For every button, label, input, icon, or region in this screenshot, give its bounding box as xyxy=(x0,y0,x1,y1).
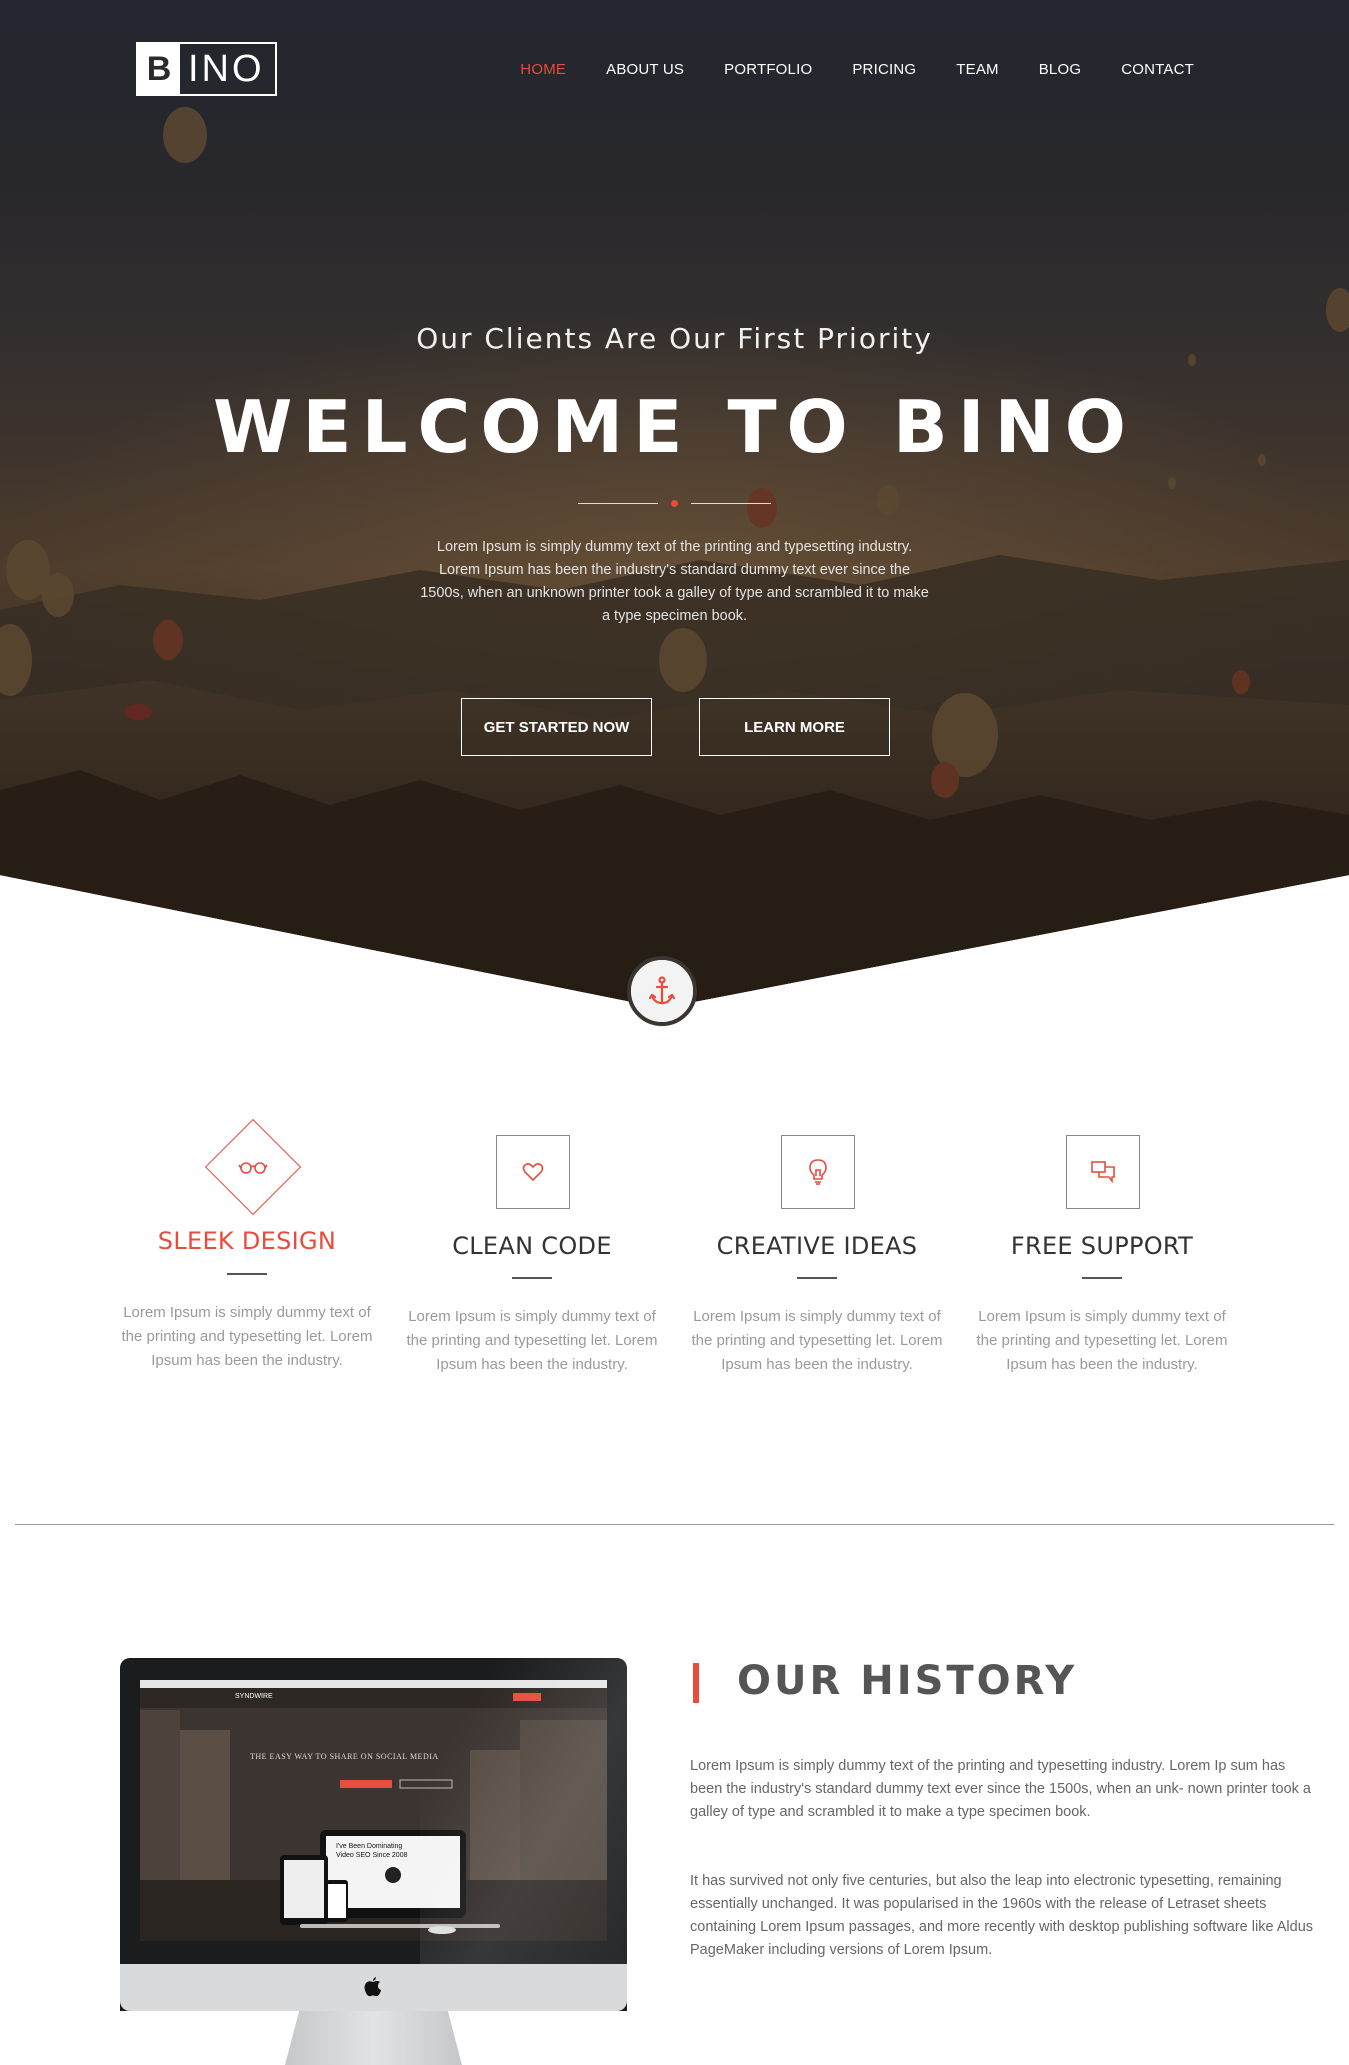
website-screenshot xyxy=(140,1680,607,1941)
logo-text: INO xyxy=(188,47,265,90)
logo-letter: B xyxy=(138,44,180,94)
feature-icon-frame xyxy=(1066,1135,1140,1209)
history-paragraph-1: Lorem Ipsum is simply dummy text of the … xyxy=(690,1758,1311,1820)
feature-rule xyxy=(227,1273,267,1275)
mockup-brand: SYNDWIRE xyxy=(235,1693,273,1700)
nav-item-portfolio[interactable]: PORTFOLIO xyxy=(724,61,812,78)
feature-title: CLEAN CODE xyxy=(452,1232,612,1260)
nav-item-home[interactable]: HOME xyxy=(520,61,566,78)
lightbulb-icon xyxy=(809,1159,827,1185)
imac-screen: SYNDWIRE THE EASY WAY TO SHARE ON SOCIAL… xyxy=(140,1680,607,1941)
feature-text: Lorem Ipsum is simply dummy text of the … xyxy=(691,1308,943,1373)
feature-rule xyxy=(512,1277,552,1279)
hero-description: Lorem Ipsum is simply dummy text of the … xyxy=(420,539,929,624)
hero-subtitle: Our Clients Are Our First Priority xyxy=(416,322,933,355)
brand-logo[interactable]: B INO xyxy=(136,42,277,96)
history-paragraph-2: It has survived not only five centuries,… xyxy=(690,1873,1314,1958)
divider-line-left xyxy=(578,503,658,504)
hero-divider xyxy=(578,500,771,508)
hero-overlay xyxy=(0,0,1349,1008)
mockup-video-text: I've Been Dominating Video SEO Since 200… xyxy=(336,1843,408,1859)
apple-logo-icon xyxy=(364,1977,381,1997)
chat-icon xyxy=(1091,1161,1115,1183)
feature-rule xyxy=(1082,1277,1122,1279)
get-started-button[interactable]: GET STARTED NOW xyxy=(461,698,652,756)
feature-icon-frame xyxy=(781,1135,855,1209)
imac-stand xyxy=(285,2011,462,2065)
history-title: OUR HISTORY xyxy=(737,1658,1078,1704)
feature-title: CREATIVE IDEAS xyxy=(716,1232,918,1260)
nav-item-pricing[interactable]: PRICING xyxy=(852,61,916,78)
feature-text: Lorem Ipsum is simply dummy text of the … xyxy=(406,1308,658,1373)
feature-text: Lorem Ipsum is simply dummy text of the … xyxy=(121,1304,373,1369)
scroll-down-inner xyxy=(631,960,693,1022)
imac-mockup-image: SYNDWIRE THE EASY WAY TO SHARE ON SOCIAL… xyxy=(120,1658,627,2065)
nav-item-blog[interactable]: BLOG xyxy=(1039,61,1081,78)
history-accent-bar xyxy=(693,1663,699,1703)
heart-icon xyxy=(522,1163,544,1182)
page: B INO HOME ABOUT US PORTFOLIO PRICING TE… xyxy=(0,0,1349,2065)
main-navigation: HOME ABOUT US PORTFOLIO PRICING TEAM BLO… xyxy=(520,61,1194,78)
nav-item-contact[interactable]: CONTACT xyxy=(1121,61,1194,78)
feature-title: SLEEK DESIGN xyxy=(157,1227,337,1255)
hero-title: WELCOME TO BINO xyxy=(213,385,1136,469)
divider-line-right xyxy=(691,503,771,504)
glasses-icon xyxy=(238,1162,268,1174)
feature-rule xyxy=(797,1277,837,1279)
learn-more-button[interactable]: LEARN MORE xyxy=(699,698,890,756)
feature-icon-frame xyxy=(496,1135,570,1209)
feature-text: Lorem Ipsum is simply dummy text of the … xyxy=(976,1308,1228,1373)
feature-icon-frame xyxy=(204,1118,302,1216)
divider-dot xyxy=(671,500,678,507)
scroll-down-button[interactable] xyxy=(627,956,697,1026)
section-divider xyxy=(15,1524,1334,1525)
hero-section: B INO HOME ABOUT US PORTFOLIO PRICING TE… xyxy=(0,0,1349,1008)
nav-item-about-us[interactable]: ABOUT US xyxy=(606,61,684,78)
nav-item-team[interactable]: TEAM xyxy=(956,61,998,78)
anchor-icon xyxy=(649,976,675,1005)
imac-chin xyxy=(120,1964,627,2011)
feature-title: FREE SUPPORT xyxy=(1010,1232,1194,1260)
mockup-headline: THE EASY WAY TO SHARE ON SOCIAL MEDIA xyxy=(250,1752,439,1761)
